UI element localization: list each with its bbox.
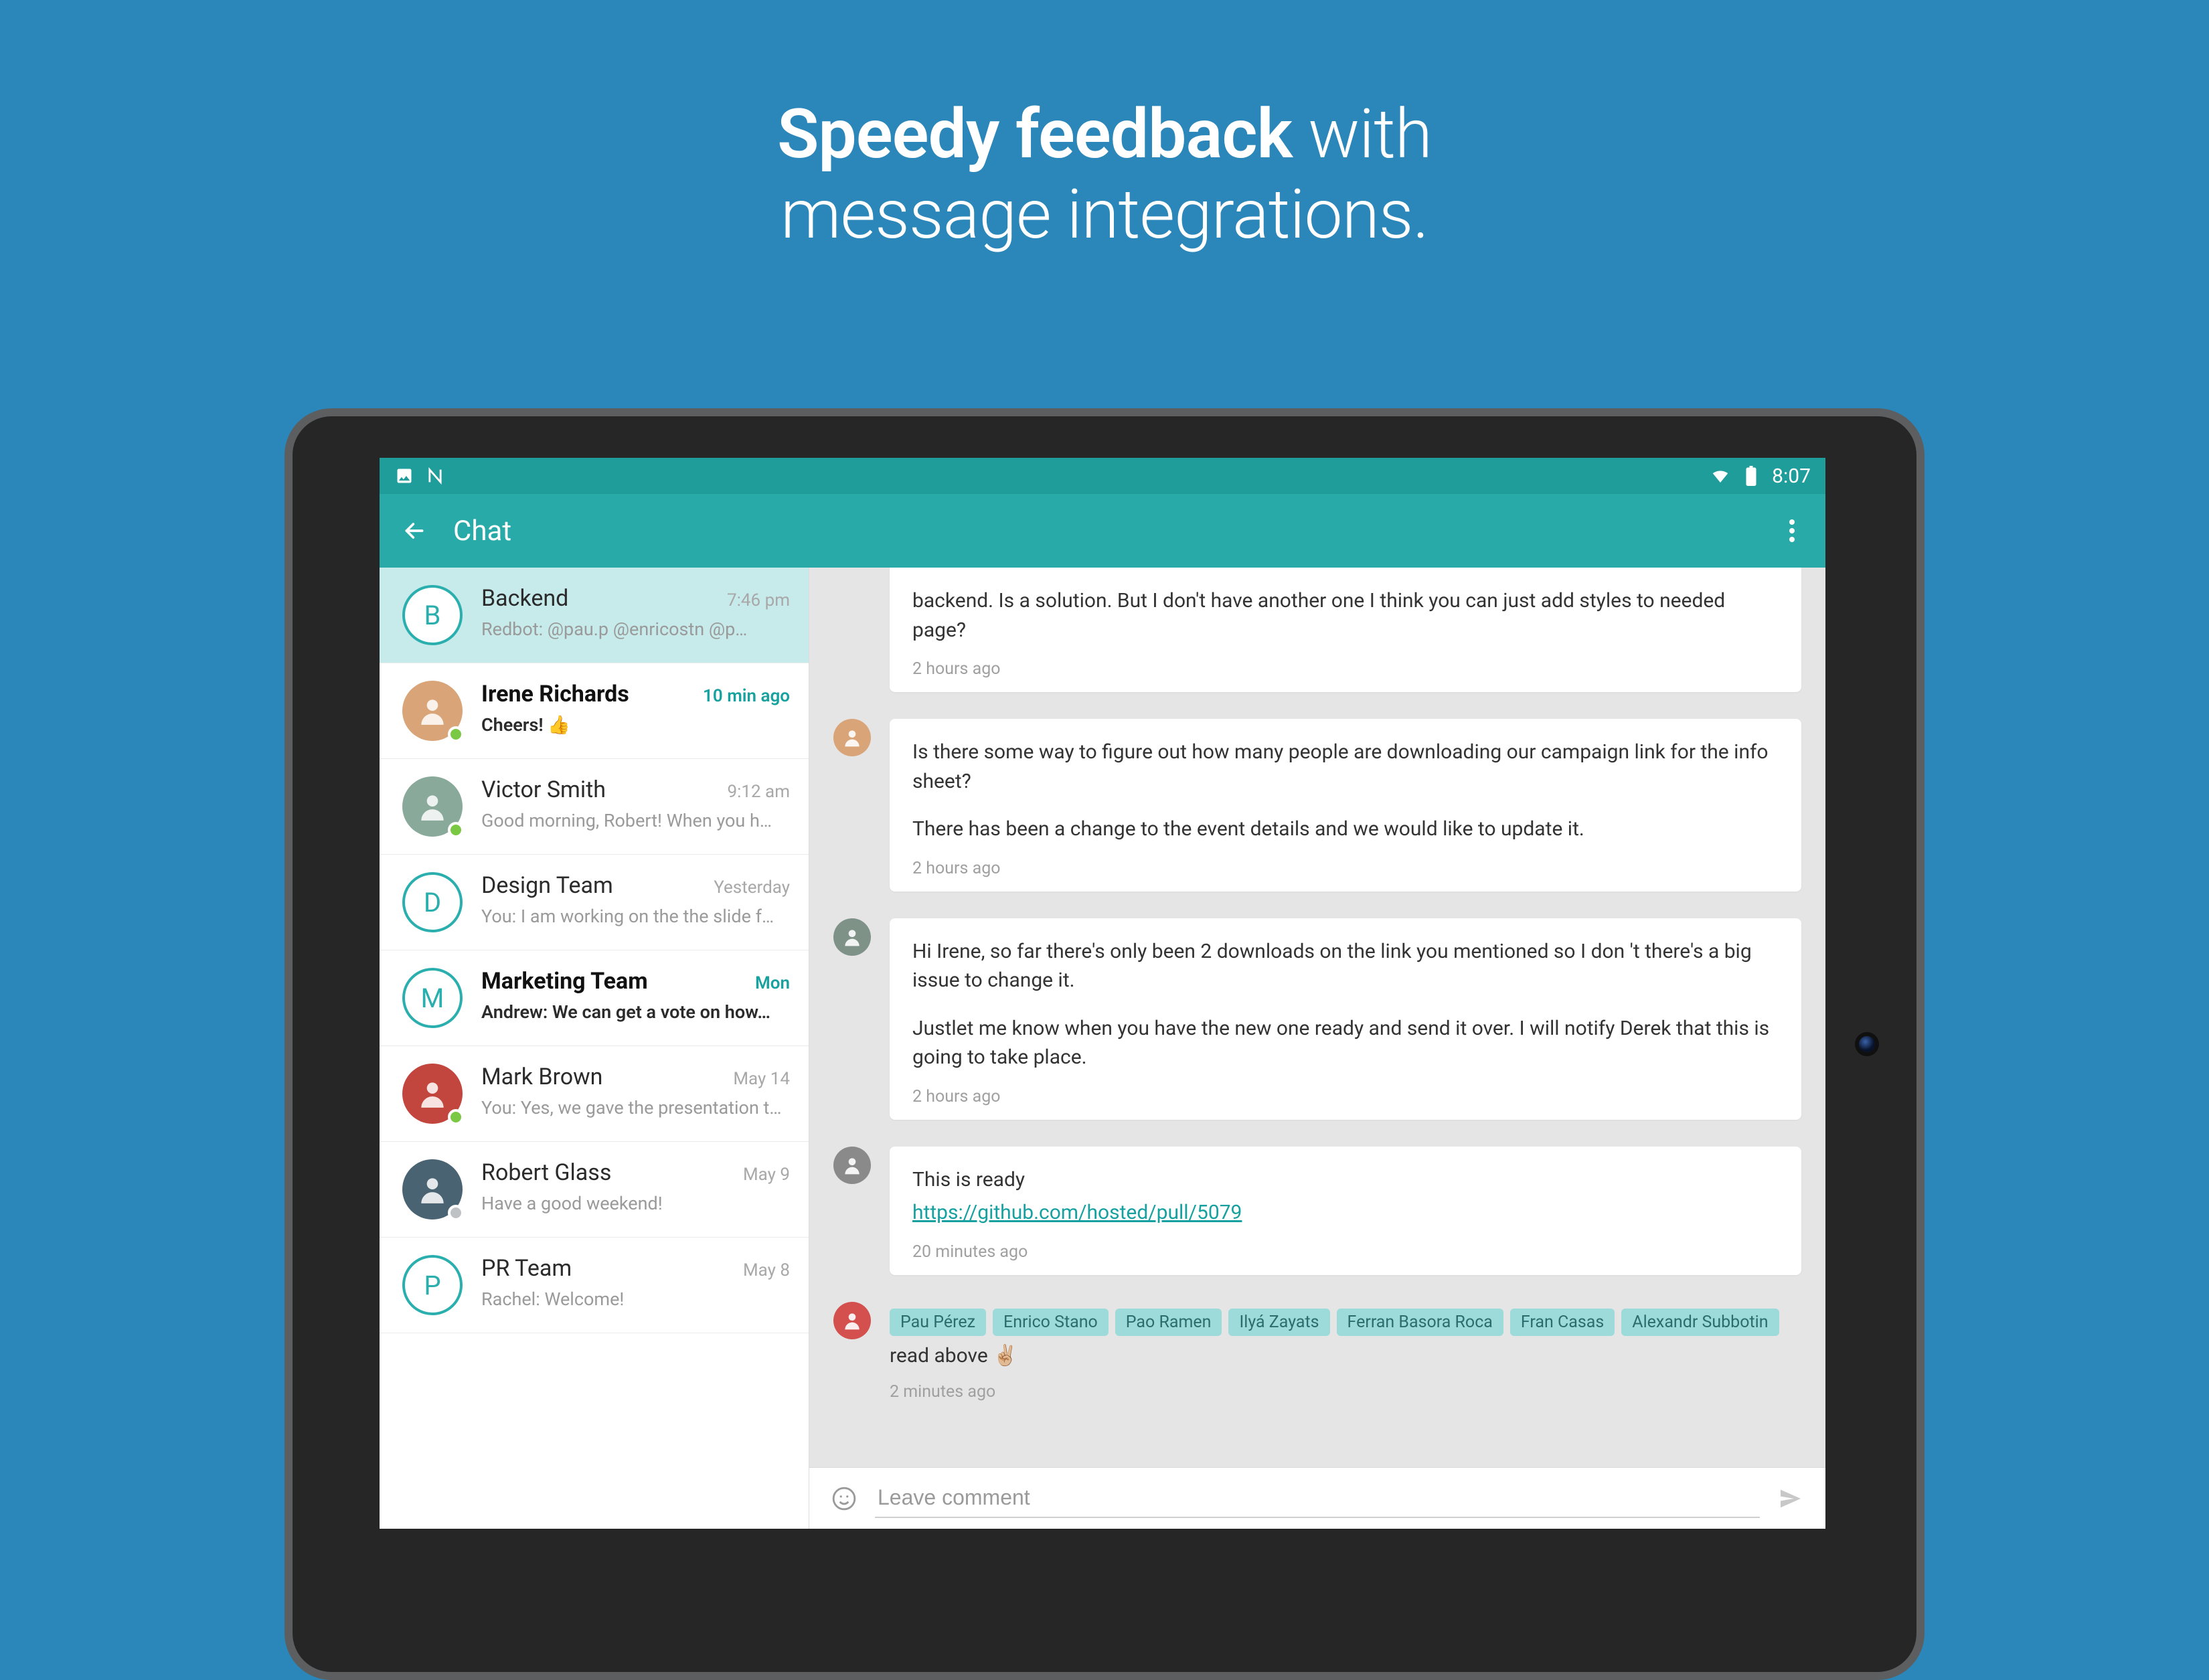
message-avatar <box>833 1302 871 1339</box>
tablet-screen: 8:07 Chat B Backend 7:46 pm Redbot: @pau.p … <box>380 458 1825 1529</box>
message-timestamp: 20 minutes ago <box>912 1242 1779 1262</box>
tablet-frame: 8:07 Chat B Backend 7:46 pm Redbot: @pau.p … <box>284 408 1925 1680</box>
message-avatar <box>833 918 871 956</box>
message-bubble: Is there some way to figure out how many… <box>890 719 1801 892</box>
conversation-item[interactable]: M Marketing Team Mon Andrew: We can get a v… <box>380 950 809 1046</box>
mention-tag[interactable]: Enrico Stano <box>993 1309 1109 1336</box>
avatar: M <box>402 968 463 1028</box>
conversation-name: Backend <box>481 585 568 612</box>
conversation-name: Victor Smith <box>481 776 606 803</box>
tablet-bezel: 8:07 Chat B Backend 7:46 pm Redbot: @pau.p … <box>293 416 1916 1672</box>
conversation-name: Irene Richards <box>481 681 629 707</box>
conversation-time: May 9 <box>743 1165 790 1185</box>
conversation-name: Robert Glass <box>481 1159 611 1186</box>
conversation-preview: You: Yes, we gave the presentation t… <box>481 1097 790 1118</box>
conversation-item[interactable]: P PR Team May 8 Rachel: Welcome! <box>380 1238 809 1333</box>
composer-bar <box>809 1467 1825 1529</box>
tablet-camera <box>1859 1036 1875 1052</box>
message-bubble: backend. Is a solution. But I don't have… <box>890 568 1801 692</box>
conversation-preview: Good morning, Robert! When you h… <box>481 810 790 831</box>
avatar: D <box>402 872 463 932</box>
conversation-name: PR Team <box>481 1255 572 1282</box>
conversation-time: 7:46 pm <box>727 590 790 610</box>
mention-tag[interactable]: Ferran Basora Roca <box>1337 1309 1503 1336</box>
conversation-list: B Backend 7:46 pm Redbot: @pau.p @enricostn… <box>380 568 809 1529</box>
conversation-item[interactable]: D Design Team Yesterday You: I am working o… <box>380 855 809 950</box>
conversation-time: 9:12 am <box>727 782 790 802</box>
battery-icon <box>1741 466 1761 486</box>
mention-tag[interactable]: Pau Pérez <box>890 1309 986 1336</box>
presence-indicator <box>448 822 464 838</box>
presence-indicator <box>448 1109 464 1125</box>
tagline-suffix: read above ✌🏼 <box>890 1344 1018 1367</box>
message-bubble: Pau Pérez Enrico StanoPao RamenIlyá Zayat… <box>890 1302 1801 1415</box>
conversation-item[interactable]: Mark Brown May 14 You: Yes, we gave the pr… <box>380 1046 809 1142</box>
message-text: Is there some way to figure out how many… <box>912 738 1779 796</box>
message-text: backend. Is a solution. But I don't have… <box>912 586 1779 645</box>
emoji-button[interactable] <box>829 1484 859 1513</box>
message-bubble: Hi Irene, so far there's only been 2 dow… <box>890 918 1801 1120</box>
message-row: Hi Irene, so far there's only been 2 dow… <box>833 918 1801 1120</box>
conversation-item[interactable]: B Backend 7:46 pm Redbot: @pau.p @enricostn… <box>380 568 809 663</box>
avatar: B <box>402 585 463 645</box>
conversation-time: Yesterday <box>714 877 790 898</box>
message-row: Pau Pérez Enrico StanoPao RamenIlyá Zayat… <box>833 1302 1801 1415</box>
message-text: Hi Irene, so far there's only been 2 dow… <box>912 937 1779 995</box>
conversation-time: May 14 <box>733 1069 790 1089</box>
presence-indicator <box>448 726 464 742</box>
mention-tag[interactable]: Alexandr Subbotin <box>1621 1309 1779 1336</box>
send-button[interactable] <box>1776 1484 1805 1513</box>
conversation-item[interactable]: Robert Glass May 9 Have a good weekend! <box>380 1142 809 1238</box>
app-bar: Chat <box>380 494 1825 568</box>
n-icon <box>425 466 445 486</box>
app-title: Chat <box>453 515 511 548</box>
message-avatar <box>833 719 871 756</box>
conversation-time: Mon <box>755 973 790 993</box>
message-avatar <box>833 1147 871 1184</box>
presence-indicator <box>448 1205 464 1221</box>
message-row: backend. Is a solution. But I don't have… <box>833 594 1801 692</box>
hero-headline: Speedy feedback with message integration… <box>0 0 2209 254</box>
picture-icon <box>394 466 414 486</box>
message-text: Justlet me know when you have the new on… <box>912 1014 1779 1072</box>
message-text: There has been a change to the event det… <box>912 815 1779 844</box>
conversation-item[interactable]: Irene Richards 10 min ago Cheers! 👍 <box>380 663 809 759</box>
conversation-item[interactable]: Victor Smith 9:12 am Good morning, Robert!… <box>380 759 809 855</box>
conversation-preview: Cheers! 👍 <box>481 714 790 736</box>
message-timestamp: 2 hours ago <box>912 859 1779 878</box>
message-timestamp: 2 minutes ago <box>890 1382 1801 1402</box>
conversation-name: Mark Brown <box>481 1064 602 1090</box>
message-row: Is there some way to figure out how many… <box>833 719 1801 892</box>
wifi-icon <box>1710 466 1730 486</box>
conversation-preview: Redbot: @pau.p @enricostn @p… <box>481 618 790 640</box>
message-timestamp: 2 hours ago <box>912 659 1779 679</box>
mention-tag[interactable]: Pao Ramen <box>1115 1309 1222 1336</box>
conversation-preview: Have a good weekend! <box>481 1193 790 1214</box>
status-time: 8:07 <box>1772 465 1811 488</box>
conversation-time: 10 min ago <box>703 686 790 706</box>
message-thread: backend. Is a solution. But I don't have… <box>809 568 1825 1529</box>
message-text: This is ready <box>912 1165 1779 1195</box>
back-button[interactable] <box>400 516 429 545</box>
mention-tag[interactable]: Fran Casas <box>1510 1309 1615 1336</box>
conversation-name: Design Team <box>481 872 613 899</box>
hero-bold: Speedy feedback <box>777 94 1292 174</box>
conversation-time: May 8 <box>743 1260 790 1280</box>
composer-input[interactable] <box>875 1479 1760 1518</box>
message-row: This is ready https://github.com/hosted/p… <box>833 1147 1801 1275</box>
android-status-bar: 8:07 <box>380 458 1825 494</box>
hero-rest1: with <box>1292 94 1432 174</box>
hero-line2: message integrations. <box>0 174 2209 254</box>
avatar: P <box>402 1255 463 1315</box>
conversation-preview: You: I am working on the the slide f… <box>481 906 790 927</box>
conversation-name: Marketing Team <box>481 968 648 995</box>
message-bubble: This is ready https://github.com/hosted/p… <box>890 1147 1801 1275</box>
mention-tag[interactable]: Ilyá Zayats <box>1228 1309 1329 1336</box>
conversation-preview: Rachel: Welcome! <box>481 1288 790 1310</box>
message-timestamp: 2 hours ago <box>912 1087 1779 1106</box>
overflow-menu-button[interactable] <box>1779 517 1805 544</box>
conversation-preview: Andrew: We can get a vote on how… <box>481 1001 790 1023</box>
message-link[interactable]: https://github.com/hosted/pull/5079 <box>912 1201 1242 1224</box>
